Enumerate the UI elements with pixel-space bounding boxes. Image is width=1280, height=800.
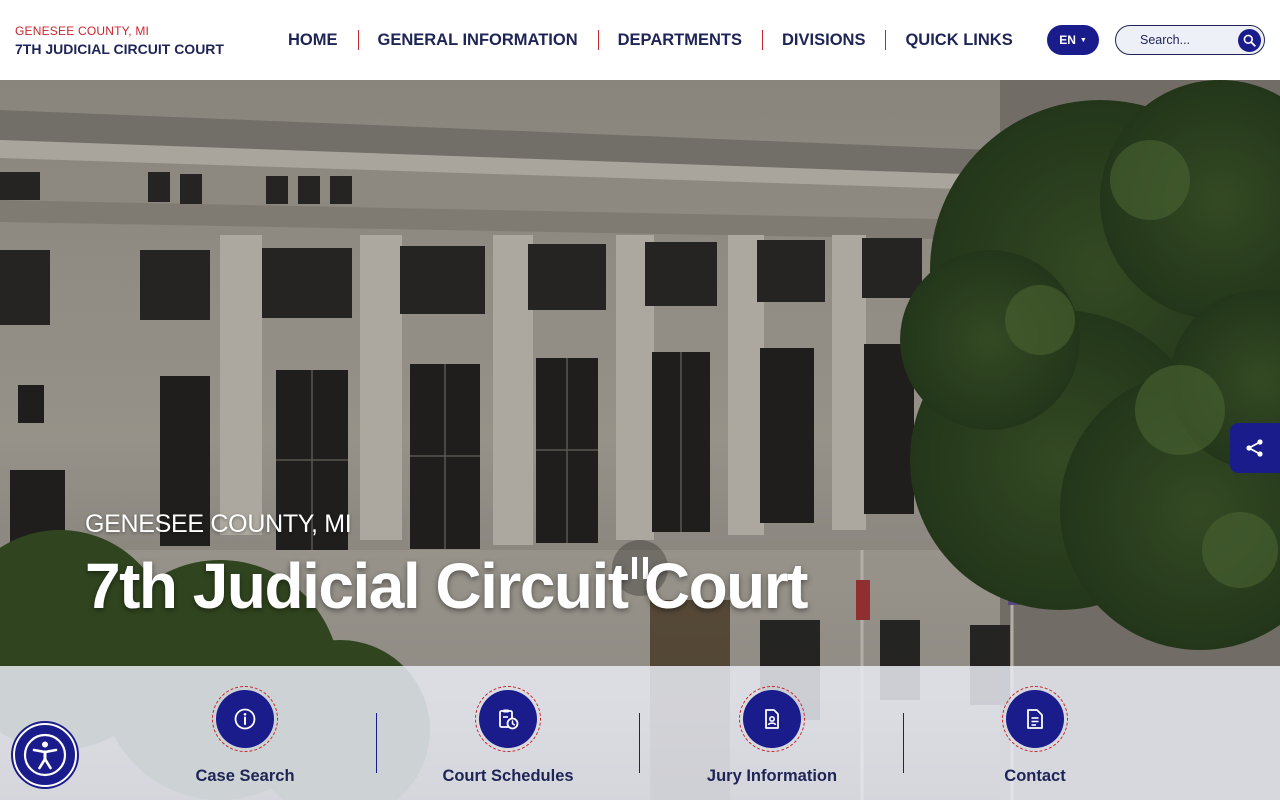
- site-header: GENESEE COUNTY, MI 7TH JUDICIAL CIRCUIT …: [0, 0, 1280, 80]
- nav-general-information[interactable]: GENERAL INFORMATION: [358, 31, 598, 50]
- quick-link-label: Contact: [1004, 767, 1066, 785]
- language-selector[interactable]: EN ▼: [1047, 25, 1099, 55]
- quick-link-ring: [212, 686, 278, 752]
- language-label: EN: [1059, 33, 1076, 47]
- quick-link-label: Case Search: [195, 767, 295, 785]
- search-input[interactable]: [1116, 33, 1226, 47]
- nav-divisions[interactable]: DIVISIONS: [762, 31, 885, 50]
- divider: [376, 713, 377, 773]
- main-nav: HOME GENERAL INFORMATION DEPARTMENTS DIV…: [268, 0, 1033, 80]
- divider: [639, 713, 640, 773]
- nav-quick-links[interactable]: QUICK LINKS: [885, 31, 1032, 50]
- share-icon: [1246, 439, 1263, 457]
- quick-link-ring: [475, 686, 541, 752]
- quick-link-case-search[interactable]: Case Search: [145, 686, 345, 786]
- hero-heading: GENESEE COUNTY, MI 7th Judicial Circuit …: [85, 510, 808, 623]
- hero-county: GENESEE COUNTY, MI: [85, 510, 352, 538]
- brand-county: GENESEE COUNTY, MI: [15, 24, 150, 38]
- search-box: [1115, 25, 1265, 55]
- hero-title: 7th Judicial Circuit Court: [85, 550, 808, 622]
- quick-link-court-schedules[interactable]: Court Schedules: [408, 686, 608, 786]
- quick-link-ring: [1002, 686, 1068, 752]
- document-lines-icon: [1027, 709, 1043, 729]
- site-logo[interactable]: GENESEE COUNTY, MI 7TH JUDICIAL CIRCUIT …: [15, 24, 224, 59]
- info-icon: [234, 708, 256, 730]
- quick-link-ring: [739, 686, 805, 752]
- quick-link-label: Court Schedules: [442, 767, 574, 785]
- clipboard-clock-icon: [499, 709, 519, 730]
- divider: [903, 713, 904, 773]
- accessibility-icon: [23, 733, 67, 777]
- caret-down-icon: ▼: [1079, 36, 1087, 44]
- nav-departments[interactable]: DEPARTMENTS: [598, 31, 762, 50]
- share-button[interactable]: [1230, 423, 1280, 473]
- brand-court-name: 7TH JUDICIAL CIRCUIT COURT: [15, 41, 224, 57]
- search-icon: [1243, 34, 1256, 47]
- nav-home[interactable]: HOME: [268, 31, 358, 50]
- quick-link-contact[interactable]: Contact: [935, 686, 1135, 786]
- id-document-icon: [765, 709, 779, 729]
- search-button[interactable]: [1238, 28, 1261, 52]
- quick-link-label: Jury Information: [706, 767, 838, 785]
- accessibility-button[interactable]: [13, 723, 77, 787]
- quick-link-jury-information[interactable]: Jury Information: [672, 686, 872, 786]
- quick-links-bar: Case Search Court Schedules Jury Informa…: [0, 666, 1280, 800]
